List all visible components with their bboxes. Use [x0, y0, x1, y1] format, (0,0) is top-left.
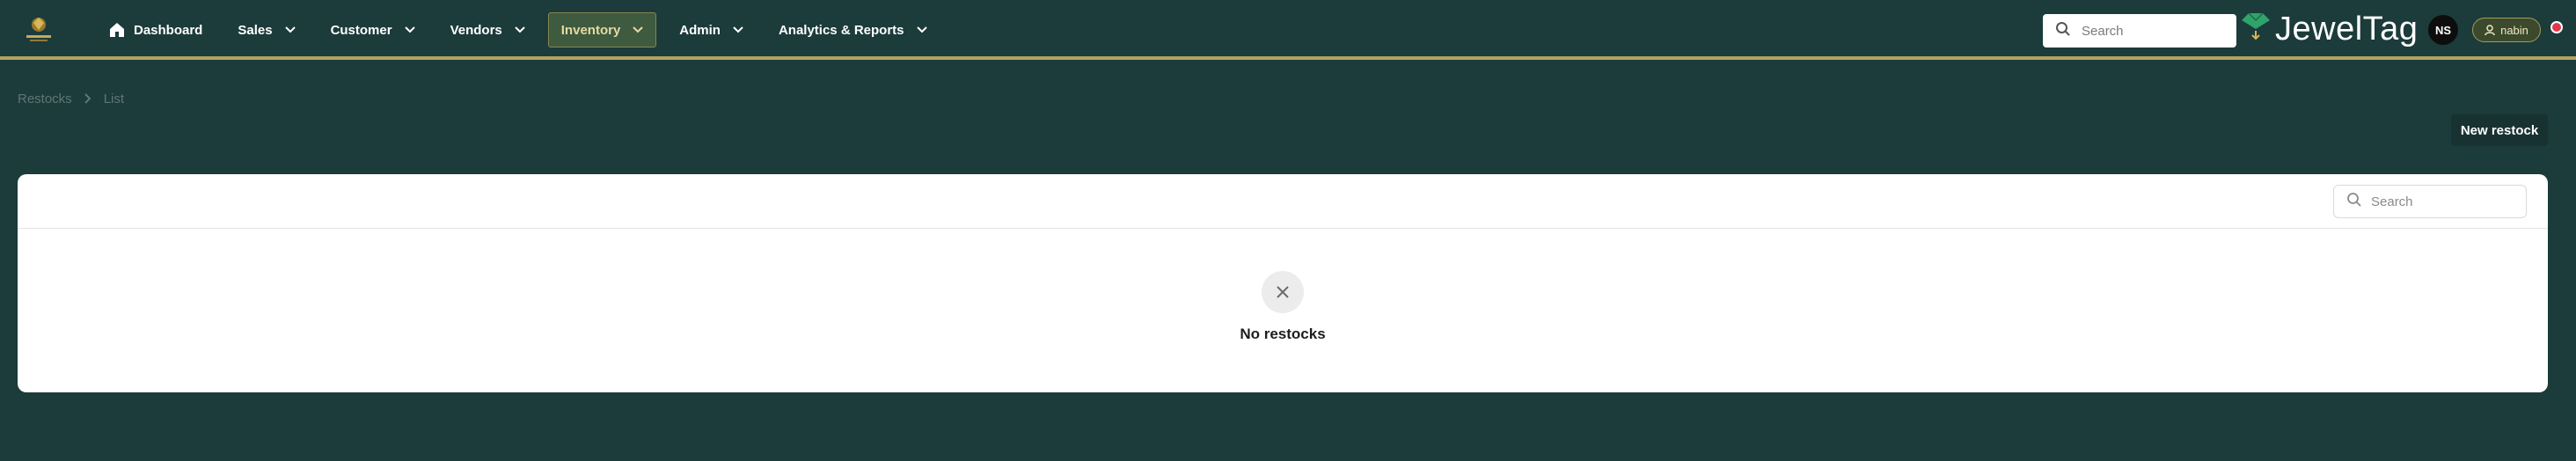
user-icon	[2485, 24, 2495, 36]
new-restock-button[interactable]: New restock	[2451, 114, 2548, 146]
chevron-down-icon	[515, 26, 525, 33]
nav-analytics-reports[interactable]: Analytics & Reports	[766, 12, 940, 48]
nav-inventory[interactable]: Inventory	[547, 12, 657, 48]
chevron-down-icon	[733, 26, 743, 33]
nav-dashboard-label: Dashboard	[134, 22, 203, 38]
top-navigation-bar: Dashboard Sales Customer Vendors Invento…	[0, 0, 2576, 60]
table-search-input[interactable]	[2371, 194, 2521, 209]
main-nav: Dashboard Sales Customer Vendors Invento…	[97, 12, 950, 48]
empty-state-message: No restocks	[1240, 326, 1326, 342]
empty-state: No restocks	[18, 271, 2548, 343]
breadcrumb: Restocks List	[18, 90, 124, 107]
nav-inventory-label: Inventory	[560, 22, 621, 38]
crest-logo-icon[interactable]	[19, 12, 58, 48]
chevron-down-icon	[916, 26, 927, 33]
search-icon	[2055, 21, 2071, 41]
close-icon	[1262, 271, 1304, 313]
breadcrumb-restocks[interactable]: Restocks	[18, 91, 72, 106]
nav-admin-label: Admin	[679, 22, 721, 38]
search-icon	[2346, 192, 2362, 212]
nav-admin[interactable]: Admin	[667, 12, 756, 48]
chevron-down-icon	[404, 26, 415, 33]
nav-vendors-label: Vendors	[450, 22, 502, 38]
nav-vendors[interactable]: Vendors	[438, 12, 538, 48]
table-search[interactable]	[2333, 185, 2527, 218]
restocks-table-card: No restocks	[18, 174, 2548, 392]
global-search[interactable]	[2043, 14, 2236, 48]
nav-sales[interactable]: Sales	[225, 12, 307, 48]
brand-logo[interactable]: JewelTag	[2240, 9, 2418, 49]
home-icon	[109, 22, 125, 38]
user-menu-button[interactable]: nabin	[2472, 18, 2541, 42]
brand-name: JewelTag	[2275, 10, 2419, 48]
nav-analytics-label: Analytics & Reports	[778, 22, 904, 38]
nav-customer-label: Customer	[330, 22, 392, 38]
global-search-input[interactable]	[2082, 23, 2231, 39]
gem-icon	[2240, 10, 2272, 49]
table-toolbar	[18, 174, 2548, 229]
avatar[interactable]: NS	[2428, 15, 2458, 45]
nav-sales-label: Sales	[238, 22, 273, 38]
notification-status-dot	[2550, 21, 2563, 33]
breadcrumb-list: List	[103, 91, 125, 106]
nav-dashboard[interactable]: Dashboard	[97, 12, 215, 48]
chevron-down-icon	[633, 26, 643, 33]
chevron-right-icon	[84, 93, 91, 104]
nav-customer[interactable]: Customer	[318, 12, 428, 48]
chevron-down-icon	[284, 26, 296, 33]
user-name: nabin	[2500, 23, 2528, 37]
